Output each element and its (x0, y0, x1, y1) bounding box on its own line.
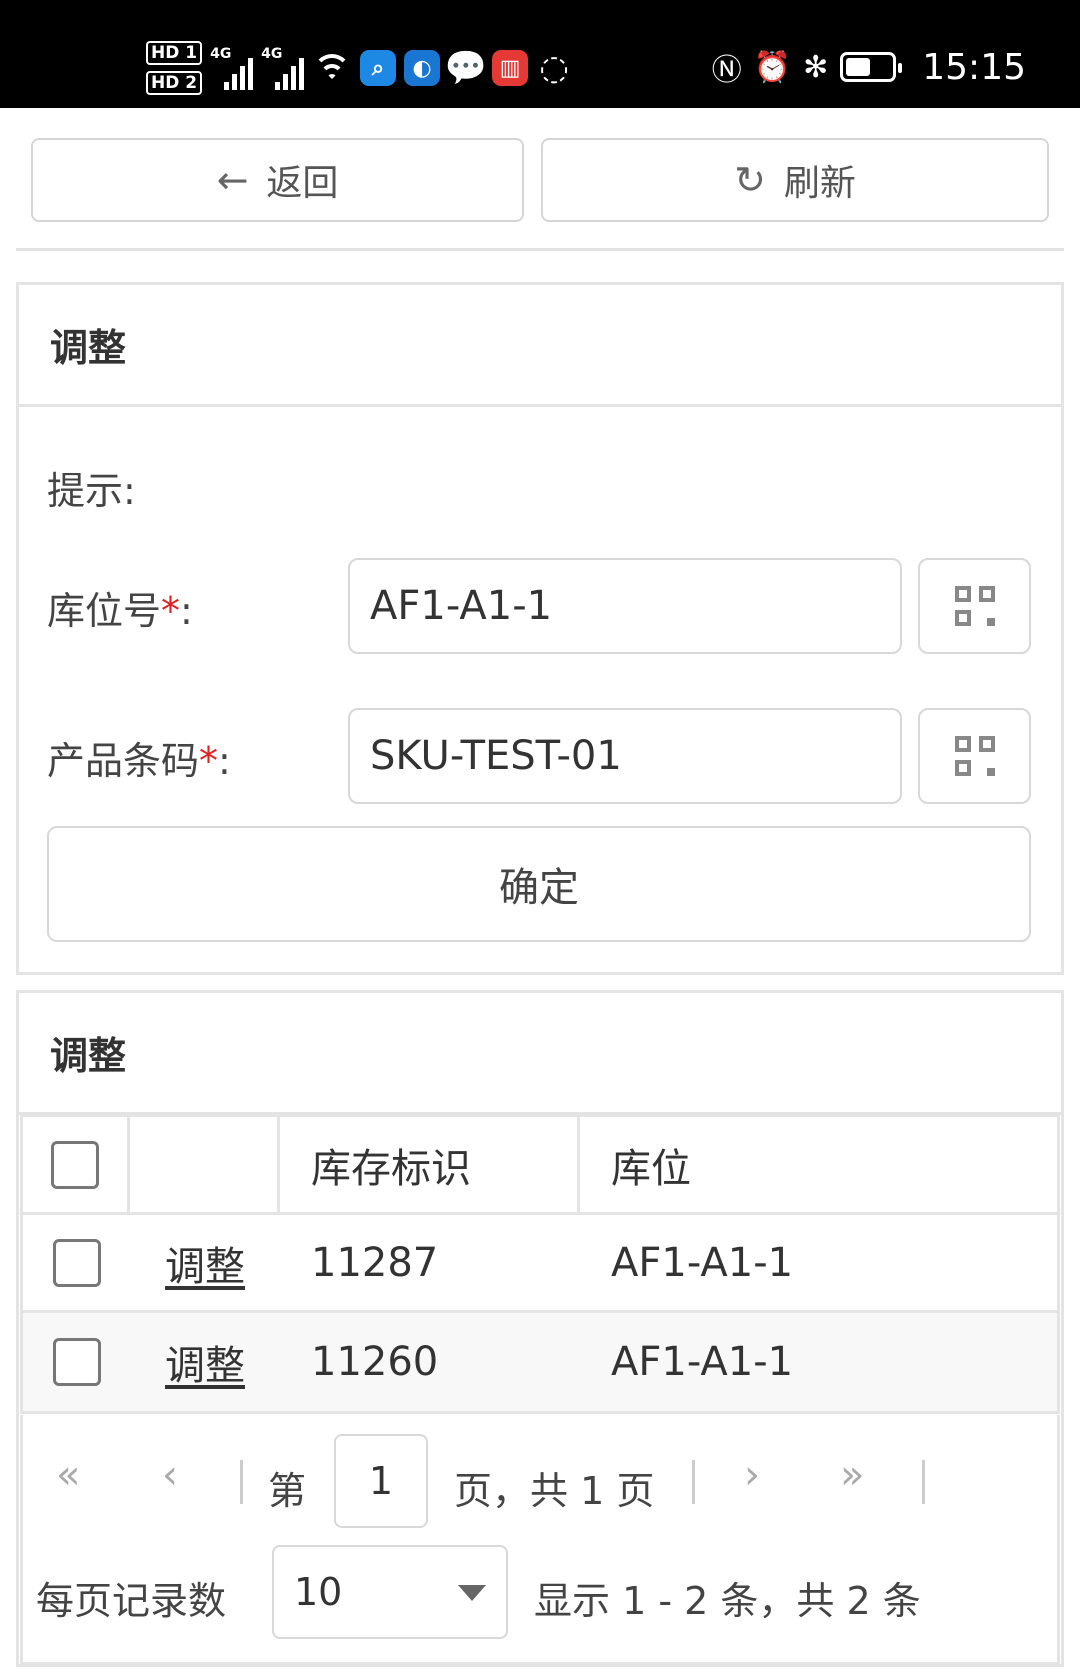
refresh-button[interactable]: ↻ 刷新 (541, 138, 1049, 222)
record-summary: 显示 1 - 2 条，共 2 条 (534, 1579, 921, 1623)
toolbar-divider (16, 248, 1064, 251)
refresh-icon: ↻ (734, 158, 766, 202)
per-page-value: 10 (294, 1570, 343, 1614)
qr-code-icon (954, 736, 995, 776)
panel-title: 调整 (19, 993, 1061, 1115)
signal-icon: 4G (261, 46, 305, 90)
per-page-label: 每页记录数 (36, 1579, 227, 1623)
pager-separator (922, 1460, 925, 1504)
caret-down-icon (458, 1585, 486, 1601)
row-checkbox[interactable] (52, 1238, 101, 1287)
adjust-link[interactable]: 调整 (165, 1333, 245, 1391)
table-header: 库存标识 库位 (23, 1117, 1057, 1215)
book-app-icon: ▥ (492, 50, 529, 86)
battery-icon (840, 52, 903, 82)
browser-app-icon: ◐ (404, 50, 441, 86)
page-suffix: 页，共 1 页 (454, 1469, 655, 1513)
required-mark: * (161, 589, 181, 633)
page-number-input[interactable]: 1 (334, 1434, 428, 1528)
column-header-action (130, 1117, 280, 1212)
adjust-link[interactable]: 调整 (165, 1234, 245, 1292)
nfc-icon: Ⓝ (711, 53, 742, 88)
column-header-location[interactable]: 库位 (580, 1117, 1057, 1212)
column-header-stock-id[interactable]: 库存标识 (280, 1117, 580, 1212)
location-cell: AF1-A1-1 (611, 1339, 794, 1385)
status-bar: HD 1 HD 2 4G 4G ⌕ ◐ 💬 ▥ ◌ Ⓝ ⏰ ✻ 15:15 (0, 0, 1080, 108)
bluetooth-icon: ✻ (803, 49, 829, 85)
hint-label: 提示: (47, 469, 136, 513)
location-input[interactable]: AF1-A1-1 (348, 558, 902, 654)
page-prefix: 第 (268, 1469, 307, 1513)
select-all-checkbox[interactable] (51, 1140, 99, 1189)
sim2-indicator: HD 2 (146, 71, 203, 95)
double-chevron-left-icon[interactable]: « (56, 1452, 80, 1498)
status-bar-right: Ⓝ ⏰ ✻ 15:15 (712, 42, 1026, 92)
sim1-indicator: HD 1 (146, 41, 203, 65)
status-bar-left: HD 1 HD 2 4G 4G ⌕ ◐ 💬 ▥ ◌ (146, 38, 572, 98)
stock-id-cell: 11287 (311, 1239, 439, 1286)
signal-icon: 4G (210, 46, 254, 90)
loading-icon: ◌ (539, 48, 569, 88)
stock-id-cell: 11260 (311, 1339, 439, 1385)
adjust-table: 库存标识 库位 调整 11287 AF1-A1-1 调整 11260 AF1-A… (20, 1114, 1060, 1414)
arrow-left-icon: ← (216, 158, 249, 202)
chevron-left-icon[interactable]: ‹ (162, 1452, 178, 1498)
double-chevron-right-icon[interactable]: » (840, 1452, 864, 1498)
table-row: 调整 11260 AF1-A1-1 (23, 1313, 1057, 1411)
pager-separator (240, 1460, 243, 1504)
wifi-icon (312, 48, 352, 88)
pager-separator (692, 1460, 695, 1504)
qr-code-icon (954, 586, 995, 626)
chevron-right-icon[interactable]: › (744, 1452, 760, 1498)
barcode-scan-button[interactable] (918, 708, 1031, 804)
location-scan-button[interactable] (918, 558, 1031, 654)
alarm-icon: ⏰ (753, 49, 792, 85)
clock: 15:15 (922, 46, 1026, 88)
search-app-icon: ⌕ (360, 50, 397, 86)
required-mark: * (199, 739, 219, 783)
location-cell: AF1-A1-1 (611, 1239, 794, 1286)
confirm-button[interactable]: 确定 (47, 826, 1031, 942)
per-page-select[interactable]: 10 (272, 1545, 508, 1639)
row-checkbox[interactable] (52, 1338, 101, 1386)
barcode-label: 产品条码*: (47, 739, 231, 783)
table-row: 调整 11287 AF1-A1-1 (23, 1215, 1057, 1313)
panel-title: 调整 (19, 285, 1061, 407)
refresh-button-label: 刷新 (783, 163, 856, 204)
barcode-input[interactable]: SKU-TEST-01 (348, 708, 902, 804)
back-button-label: 返回 (266, 163, 339, 204)
chat-icon: 💬 (444, 48, 488, 88)
location-label: 库位号*: (47, 589, 193, 633)
back-button[interactable]: ← 返回 (31, 138, 524, 222)
